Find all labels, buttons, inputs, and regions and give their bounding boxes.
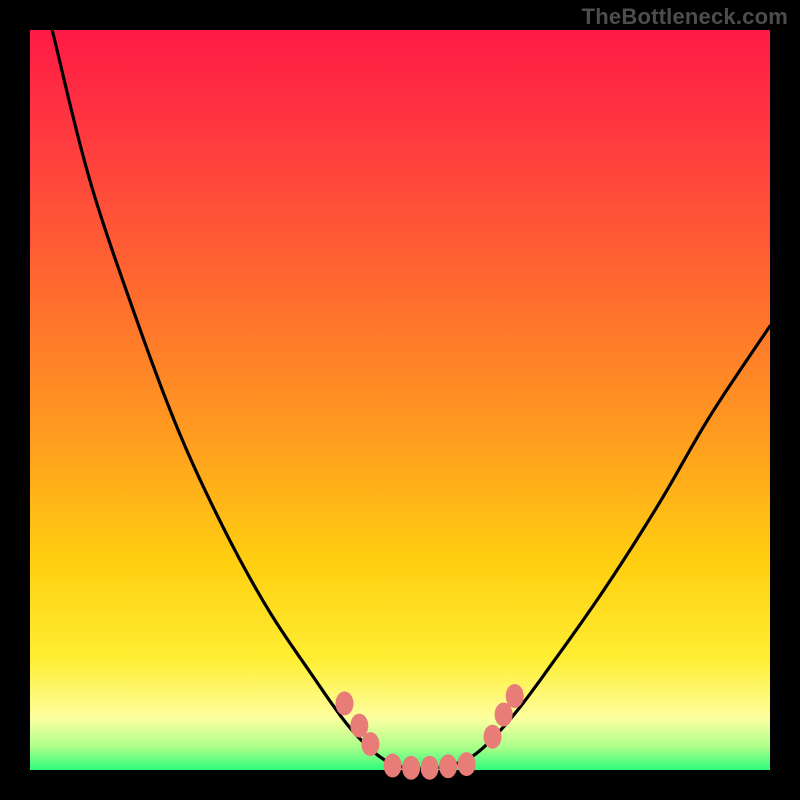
curve-marker: [506, 684, 524, 708]
chart-frame: TheBottleneck.com: [0, 0, 800, 800]
curve-marker: [458, 752, 476, 776]
curve-marker: [439, 754, 457, 778]
bottleneck-curve: [30, 30, 770, 770]
curve-marker: [361, 732, 379, 756]
curve-marker: [336, 691, 354, 715]
curve-path: [52, 30, 770, 769]
curve-marker: [484, 725, 502, 749]
plot-area: [30, 30, 770, 770]
watermark-text: TheBottleneck.com: [582, 4, 788, 30]
curve-marker: [402, 756, 420, 780]
curve-marker: [421, 756, 439, 780]
curve-marker: [384, 754, 402, 778]
